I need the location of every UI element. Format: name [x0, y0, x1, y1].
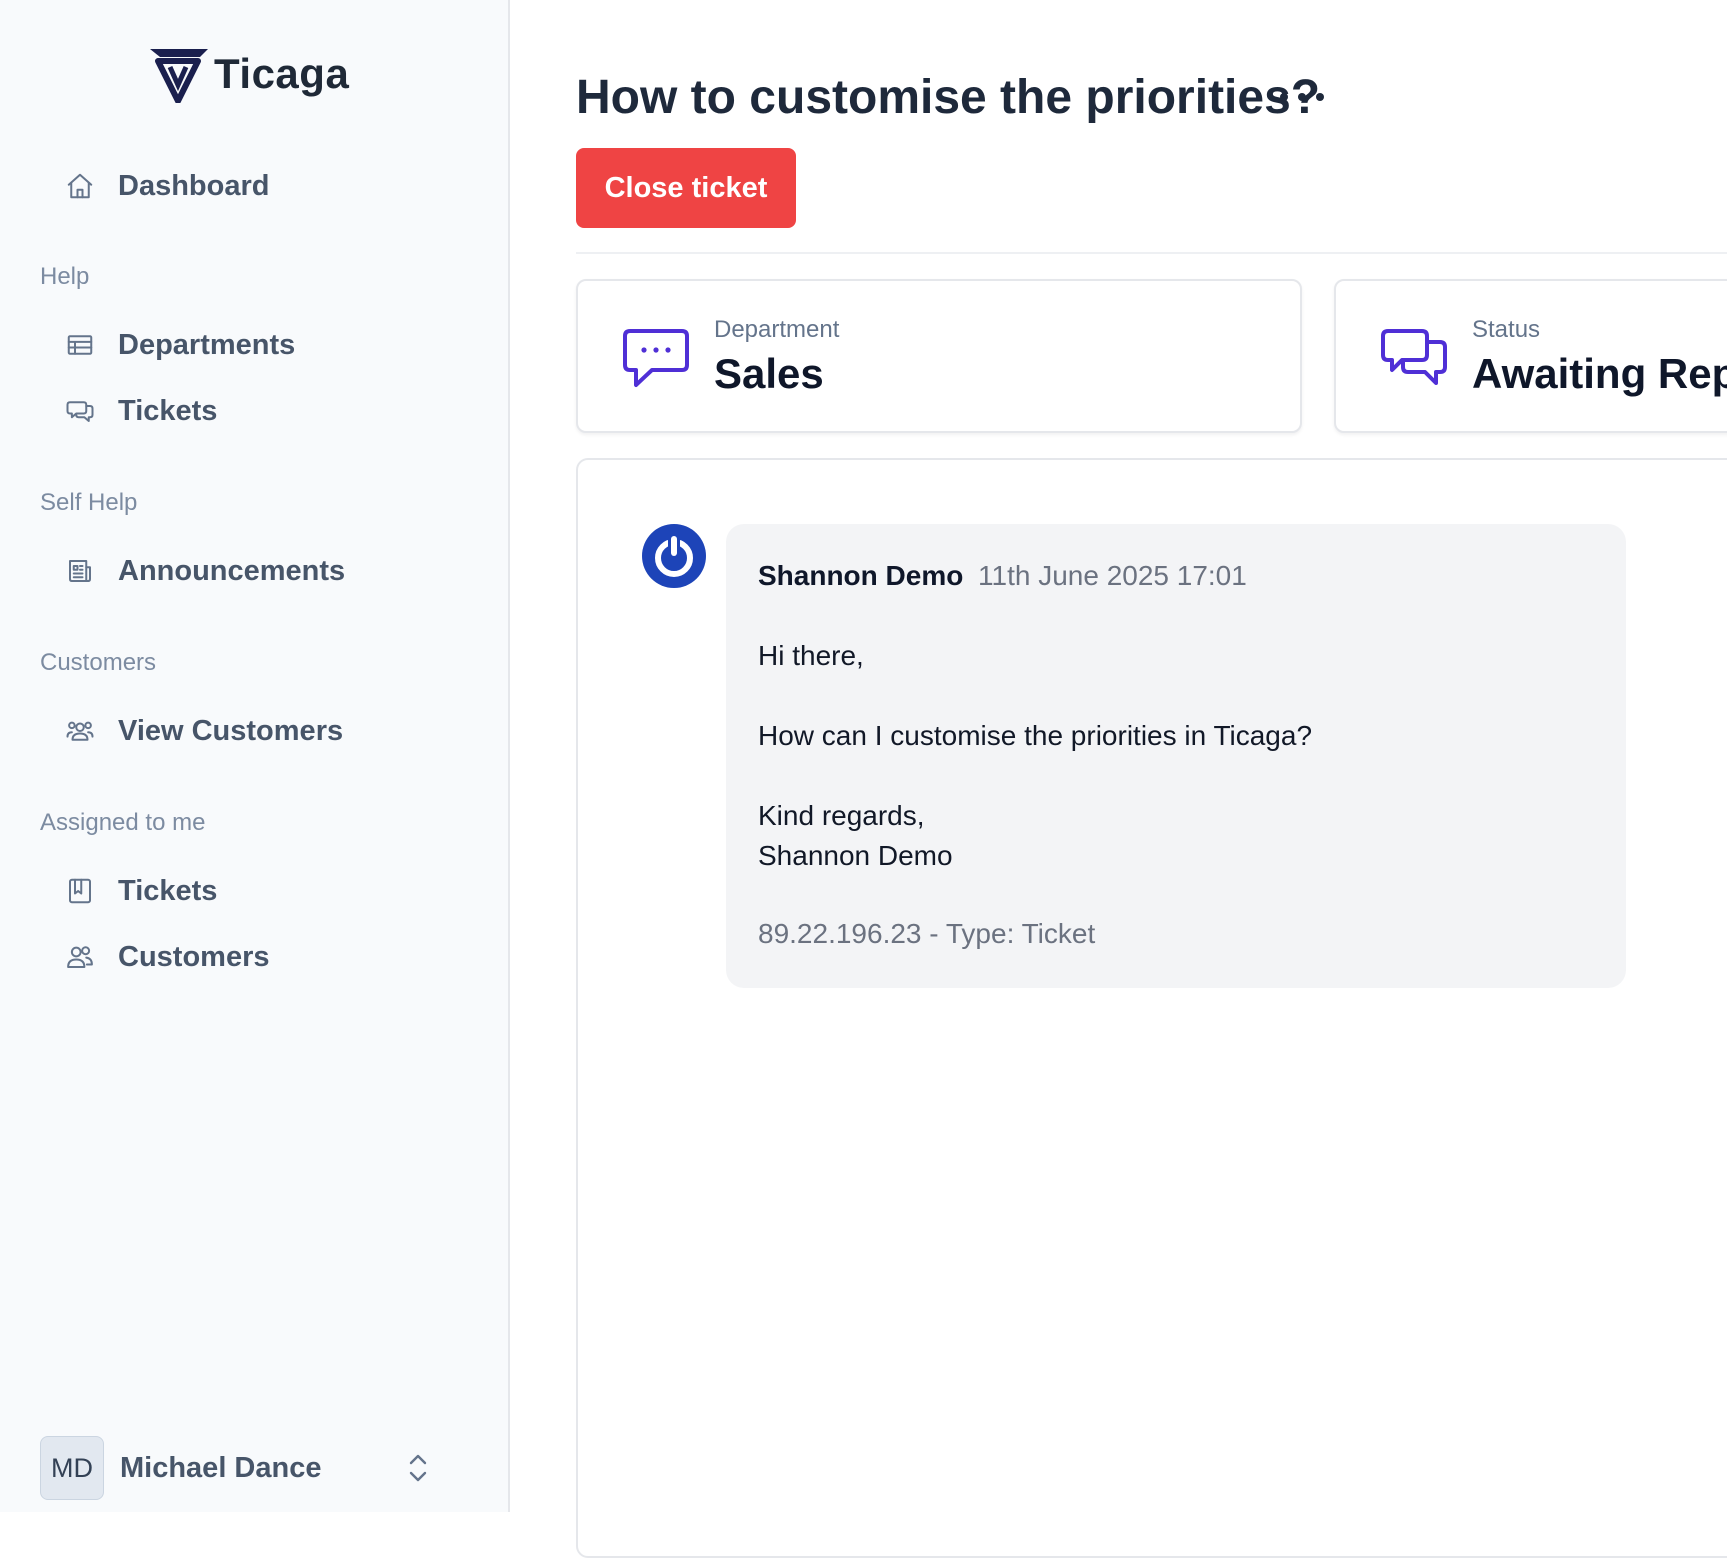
sidebar-item-label: View Customers	[118, 714, 344, 747]
sidebar-item-label: Tickets	[118, 394, 218, 427]
nav-section-heading-customers: Customers	[40, 649, 157, 676]
sidebar-item-label: Announcements	[118, 554, 346, 587]
close-ticket-button[interactable]: Close ticket	[576, 148, 796, 228]
newspaper-icon	[46, 556, 114, 586]
sidebar-item-label: Tickets	[118, 874, 218, 907]
department-label: Department	[714, 316, 840, 343]
user-group-icon	[46, 716, 114, 746]
brand-logo[interactable]: Ticaga	[148, 44, 349, 104]
home-icon	[46, 171, 114, 201]
sidebar-item-label: Dashboard	[118, 169, 270, 202]
avatar: MD	[40, 1436, 104, 1500]
message-bubble: Shannon Demo 11th June 2025 17:01 Hi the…	[726, 524, 1626, 988]
message-line: Hi there,	[758, 640, 864, 671]
message-timestamp: 11th June 2025 17:01	[978, 560, 1247, 591]
chat-dots-icon	[622, 327, 690, 396]
page-title: How to customise the priorities?	[576, 71, 1321, 124]
nav-section-heading-self-help: Self Help	[40, 489, 138, 516]
sidebar-item-departments[interactable]: Departments	[40, 317, 470, 373]
status-card: Status Awaiting Rep	[1334, 279, 1727, 433]
user-name: Michael Dance	[120, 1451, 322, 1484]
department-card: Department Sales	[576, 279, 1302, 433]
sidebar-item-tickets[interactable]: Tickets	[40, 383, 470, 439]
more-options-icon[interactable]	[1280, 84, 1324, 110]
sidebar-item-announcements[interactable]: Announcements	[40, 543, 470, 599]
status-value: Awaiting Rep	[1472, 350, 1727, 397]
book-icon	[46, 876, 114, 906]
sidebar-item-view-customers[interactable]: View Customers	[40, 703, 470, 759]
chevron-up-down-icon[interactable]	[406, 1452, 430, 1489]
sidebar-item-assigned-customers[interactable]: Customers	[40, 929, 470, 985]
brand-name: Ticaga	[214, 50, 350, 97]
user-menu[interactable]: MD Michael Dance	[40, 1436, 470, 1500]
divider	[576, 252, 1727, 254]
nav-section-heading-help: Help	[40, 263, 90, 290]
table-icon	[46, 330, 114, 360]
message-author: Shannon Demo	[758, 560, 964, 591]
message-line: Kind regards,	[758, 800, 925, 831]
chat-bubbles-icon	[46, 396, 114, 426]
chat-bubbles-icon	[1380, 327, 1448, 396]
message-meta: 89.22.196.23 - Type: Ticket	[758, 918, 1096, 949]
department-value: Sales	[714, 350, 824, 397]
sidebar: Ticaga Dashboard Help Departments Ticket…	[0, 0, 510, 1512]
message-line: How can I customise the priorities in Ti…	[758, 720, 1313, 751]
sidebar-item-label: Customers	[118, 940, 270, 973]
power-icon	[642, 524, 706, 588]
ticaga-logo-icon	[150, 49, 208, 103]
users-icon	[46, 942, 114, 972]
sidebar-item-assigned-tickets[interactable]: Tickets	[40, 863, 470, 919]
sidebar-item-dashboard[interactable]: Dashboard	[40, 158, 470, 214]
status-label: Status	[1472, 316, 1541, 343]
sidebar-item-label: Departments	[118, 328, 296, 361]
nav-section-heading-assigned: Assigned to me	[40, 809, 206, 836]
message-line: Shannon Demo	[758, 840, 953, 871]
